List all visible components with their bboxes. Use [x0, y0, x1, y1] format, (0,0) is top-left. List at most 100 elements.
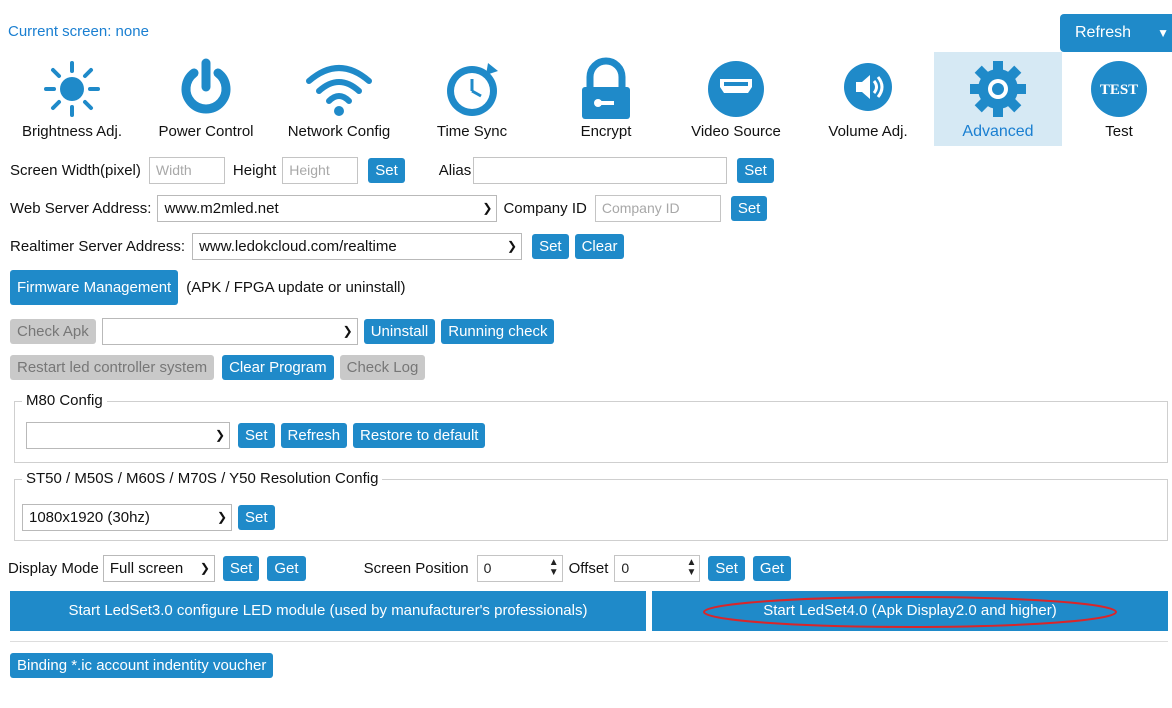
- tab-label: Power Control: [158, 123, 254, 140]
- running-check-button[interactable]: Running check: [441, 319, 555, 344]
- wifi-icon: [306, 65, 372, 116]
- web-server-label: Web Server Address:: [10, 200, 152, 217]
- offset-set-button[interactable]: Set: [708, 556, 745, 581]
- set-alias-button[interactable]: Set: [737, 158, 774, 183]
- width-input[interactable]: Width: [148, 157, 225, 184]
- web-server-select[interactable]: www.m2mled.net ❯: [157, 195, 498, 222]
- chevron-down-icon: ❯: [507, 239, 518, 253]
- sun-icon: [44, 61, 100, 117]
- tab-label: Advanced: [962, 123, 1034, 140]
- lock-icon: [582, 57, 630, 119]
- m80-set-button[interactable]: Set: [238, 423, 275, 448]
- chevron-down-icon[interactable]: ▼: [1157, 14, 1169, 52]
- refresh-button[interactable]: Refresh ▼: [1060, 14, 1172, 52]
- apk-select[interactable]: ❯: [101, 318, 358, 345]
- tab-network-config[interactable]: Network Config: [272, 52, 406, 146]
- tab-time-sync[interactable]: Time Sync: [412, 52, 532, 146]
- chevron-down-icon: ❯: [214, 428, 225, 442]
- resolution-select-value: 1080x1920 (30hz): [29, 509, 150, 526]
- firmware-row: Firmware Management (APK / FPGA update o…: [10, 270, 406, 305]
- system-row: Restart led controller system Clear Prog…: [10, 355, 426, 380]
- realtimer-server-label: Realtimer Server Address:: [10, 238, 186, 255]
- chevron-down-icon: ❯: [199, 561, 210, 575]
- m80-refresh-button[interactable]: Refresh: [280, 423, 348, 448]
- tab-video-source[interactable]: Video Source: [672, 52, 800, 146]
- company-id-input[interactable]: Company ID: [594, 195, 721, 222]
- m80-select[interactable]: ❯: [26, 422, 230, 449]
- tab-brightness[interactable]: Brightness Adj.: [8, 52, 136, 146]
- firmware-management-button[interactable]: Firmware Management: [10, 270, 179, 305]
- height-input[interactable]: Height: [282, 157, 359, 184]
- current-screen-status: Current screen: none: [8, 23, 149, 40]
- hdmi-icon: [708, 61, 764, 117]
- spinner-icon[interactable]: ▲ ▼: [686, 558, 696, 578]
- resolution-config-row: 1080x1920 (30hz) ❯ Set: [22, 504, 275, 531]
- check-log-button[interactable]: Check Log: [339, 355, 426, 380]
- m80-config-legend: M80 Config: [22, 392, 107, 409]
- uninstall-button[interactable]: Uninstall: [363, 319, 436, 344]
- tab-test[interactable]: TEST Test: [1066, 52, 1172, 146]
- tab-label: Time Sync: [436, 123, 508, 140]
- tab-label: Brightness Adj.: [21, 123, 123, 140]
- gear-icon: [970, 61, 1026, 117]
- display-mode-label: Display Mode: [8, 560, 99, 577]
- tab-label: Network Config: [287, 123, 391, 140]
- spinner-icon[interactable]: ▲ ▼: [549, 558, 559, 578]
- web-server-value: www.m2mled.net: [164, 200, 279, 217]
- highlight-ellipse: [703, 596, 1117, 628]
- clear-program-button[interactable]: Clear Program: [222, 355, 334, 380]
- height-label: Height: [232, 162, 277, 179]
- restore-default-button[interactable]: Restore to default: [353, 423, 486, 448]
- alias-input[interactable]: [473, 157, 728, 184]
- screen-position-input[interactable]: 0 ▲ ▼: [476, 555, 563, 582]
- tab-volume-adj[interactable]: Volume Adj.: [806, 52, 930, 146]
- company-id-label: Company ID: [503, 200, 587, 217]
- display-set-button[interactable]: Set: [222, 556, 260, 581]
- set-realtimer-button[interactable]: Set: [532, 234, 569, 259]
- tab-label: Video Source: [691, 123, 781, 140]
- clear-realtimer-button[interactable]: Clear: [574, 234, 625, 259]
- resolution-set-button[interactable]: Set: [238, 505, 275, 530]
- screen-position-value: 0: [483, 560, 492, 576]
- realtimer-server-select[interactable]: www.ledokcloud.com/realtime ❯: [192, 233, 523, 260]
- tab-advanced[interactable]: Advanced: [934, 52, 1062, 146]
- offset-value: 0: [621, 560, 630, 576]
- tab-label: Test: [1105, 123, 1133, 140]
- power-icon: [181, 58, 231, 114]
- chevron-down-icon: ❯: [482, 201, 493, 215]
- apk-row: Check Apk ❯ Uninstall Running check: [10, 318, 555, 345]
- tab-power-control[interactable]: Power Control: [142, 52, 270, 146]
- chevron-down-icon: ❯: [342, 324, 353, 338]
- display-mode-select[interactable]: Full screen ❯: [102, 555, 215, 582]
- tab-encrypt[interactable]: Encrypt: [542, 52, 670, 146]
- screen-position-label: Screen Position: [363, 560, 469, 577]
- offset-input[interactable]: 0 ▲ ▼: [614, 555, 701, 582]
- tab-label: Encrypt: [580, 123, 632, 140]
- display-get-button[interactable]: Get: [267, 556, 306, 581]
- display-mode-row: Display Mode Full screen ❯ Set Get Screen…: [8, 555, 792, 582]
- binding-voucher-button[interactable]: Binding *.ic account indentity voucher: [10, 653, 274, 678]
- chevron-down-icon: ❯: [216, 510, 227, 524]
- check-apk-button[interactable]: Check Apk: [10, 319, 96, 344]
- m80-config-row: ❯ Set Refresh Restore to default: [26, 422, 486, 449]
- screen-width-label: Screen Width(pixel): [10, 162, 141, 179]
- display-mode-value: Full screen: [109, 560, 184, 577]
- test-icon-text: TEST: [1100, 82, 1138, 98]
- offset-label: Offset: [568, 560, 609, 577]
- volume-icon: [844, 63, 892, 111]
- offset-get-button[interactable]: Get: [752, 556, 792, 581]
- resolution-select[interactable]: 1080x1920 (30hz) ❯: [22, 504, 232, 531]
- web-server-row: Web Server Address: www.m2mled.net ❯ Comp…: [10, 195, 768, 222]
- start-ledset3-button[interactable]: Start LedSet3.0 configure LED module (us…: [10, 591, 646, 631]
- resolution-config-legend: ST50 / M50S / M60S / M70S / Y50 Resoluti…: [22, 470, 383, 487]
- restart-controller-button[interactable]: Restart led controller system: [10, 355, 215, 380]
- realtimer-server-value: www.ledokcloud.com/realtime: [199, 238, 397, 255]
- set-size-button[interactable]: Set: [368, 158, 405, 183]
- realtimer-server-row: Realtimer Server Address: www.ledokcloud…: [10, 233, 625, 260]
- divider: [10, 641, 1168, 642]
- alias-label: Alias: [438, 162, 472, 179]
- clock-sync-icon: [447, 63, 498, 116]
- firmware-note: (APK / FPGA update or uninstall): [186, 279, 406, 296]
- set-company-button[interactable]: Set: [730, 196, 768, 221]
- tab-label: Volume Adj.: [828, 123, 908, 140]
